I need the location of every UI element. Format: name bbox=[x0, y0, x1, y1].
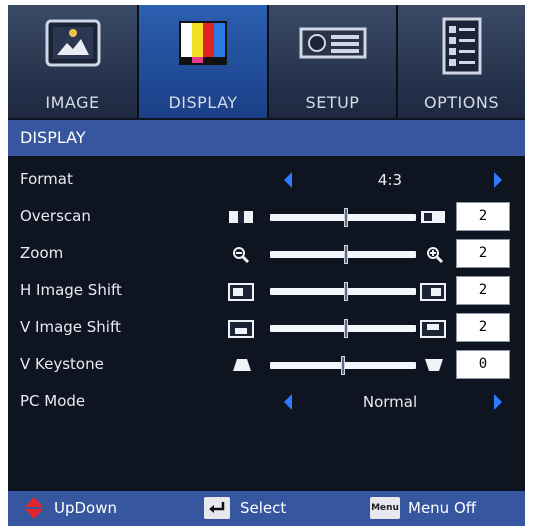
overscan-label: Overscan bbox=[20, 207, 91, 225]
v-image-shift-row[interactable]: V Image Shift 2 bbox=[8, 309, 525, 346]
updown-label: UpDown bbox=[54, 499, 118, 517]
menu-off-label: Menu Off bbox=[408, 499, 477, 517]
checklist-icon bbox=[434, 15, 490, 81]
h-image-shift-row[interactable]: H Image Shift 2 bbox=[8, 272, 525, 309]
tab-setup[interactable]: SETUP bbox=[269, 5, 398, 118]
overscan-slider[interactable] bbox=[270, 208, 416, 227]
shift-up-icon bbox=[420, 320, 446, 342]
section-header: DISPLAY bbox=[8, 120, 525, 156]
v-image-shift-value: 2 bbox=[456, 313, 510, 342]
format-row[interactable]: Format 4:3 bbox=[8, 161, 525, 198]
pc-mode-value: Normal bbox=[362, 393, 418, 411]
enter-key-icon bbox=[204, 497, 230, 519]
zoom-label: Zoom bbox=[20, 244, 64, 262]
color-bars-icon bbox=[171, 15, 235, 79]
v-image-shift-slider[interactable] bbox=[270, 319, 416, 338]
image-icon bbox=[41, 15, 105, 79]
shift-left-icon bbox=[228, 283, 254, 305]
h-image-shift-label: H Image Shift bbox=[20, 281, 122, 299]
keystone-trapezoid-icon bbox=[232, 357, 252, 377]
v-image-shift-label: V Image Shift bbox=[20, 318, 121, 336]
keystone-inverted-trapezoid-icon bbox=[424, 357, 444, 377]
format-label: Format bbox=[20, 170, 73, 188]
shift-right-icon bbox=[420, 283, 446, 305]
updown-icon bbox=[24, 496, 44, 524]
slider-knob[interactable] bbox=[344, 282, 348, 301]
zoom-out-icon bbox=[232, 246, 250, 268]
overscan-max-icon bbox=[420, 209, 446, 229]
slider-knob[interactable] bbox=[344, 245, 348, 264]
tab-image[interactable]: IMAGE bbox=[8, 5, 139, 118]
osd-menu: IMAGE DISPLAY SETUP OPTIONS DISPLAY Form… bbox=[8, 5, 525, 526]
menu-key-icon: Menu bbox=[370, 497, 400, 519]
h-image-shift-value: 2 bbox=[456, 276, 510, 305]
right-arrow-icon[interactable] bbox=[494, 394, 502, 410]
tab-label: DISPLAY bbox=[168, 93, 238, 112]
shift-down-icon bbox=[228, 320, 254, 342]
slider-knob[interactable] bbox=[344, 319, 348, 338]
tab-label: SETUP bbox=[305, 93, 360, 112]
section-title: DISPLAY bbox=[20, 128, 86, 147]
pc-mode-label: PC Mode bbox=[20, 392, 86, 410]
tab-options[interactable]: OPTIONS bbox=[398, 5, 525, 118]
tab-label: IMAGE bbox=[45, 93, 100, 112]
zoom-slider[interactable] bbox=[270, 245, 416, 264]
overscan-value: 2 bbox=[456, 202, 510, 231]
slider-knob[interactable] bbox=[344, 208, 348, 227]
zoom-row[interactable]: Zoom 2 bbox=[8, 235, 525, 272]
projector-setup-icon bbox=[297, 15, 369, 79]
overscan-row[interactable]: Overscan 2 bbox=[8, 198, 525, 235]
v-keystone-row[interactable]: V Keystone 0 bbox=[8, 346, 525, 383]
right-arrow-icon[interactable] bbox=[494, 172, 502, 188]
v-keystone-value: 0 bbox=[456, 350, 510, 379]
overscan-min-icon bbox=[228, 209, 254, 229]
h-image-shift-slider[interactable] bbox=[270, 282, 416, 301]
zoom-value: 2 bbox=[456, 239, 510, 268]
tab-display[interactable]: DISPLAY bbox=[139, 5, 269, 118]
footer-hints: UpDown Select Menu Menu Off bbox=[8, 491, 525, 526]
v-keystone-slider[interactable] bbox=[270, 356, 416, 375]
select-label: Select bbox=[240, 499, 287, 517]
pc-mode-row[interactable]: PC Mode Normal bbox=[8, 383, 525, 420]
v-keystone-label: V Keystone bbox=[20, 355, 104, 373]
slider-knob[interactable] bbox=[341, 356, 345, 375]
tab-label: OPTIONS bbox=[424, 93, 499, 112]
format-value: 4:3 bbox=[377, 171, 403, 189]
zoom-in-icon bbox=[426, 246, 444, 268]
